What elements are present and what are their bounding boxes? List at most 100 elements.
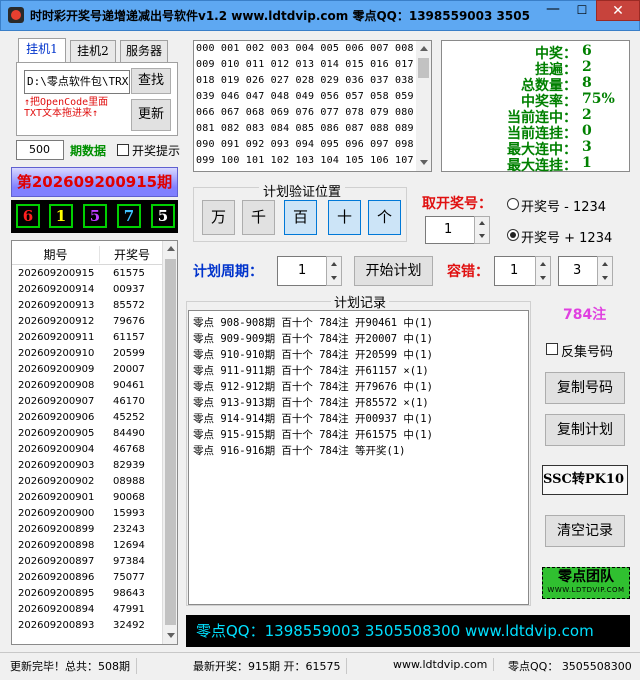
history-row[interactable]: 202609200895 98643 xyxy=(12,586,163,602)
history-row[interactable]: 202609200896 75077 xyxy=(12,570,163,586)
history-list[interactable]: 期号 开奖号 202609200915 61575 202609200914 0093… xyxy=(11,240,178,645)
history-period: 202609200907 xyxy=(18,396,95,407)
history-row[interactable]: 202609200904 46768 xyxy=(12,442,163,458)
plan-cycle-input[interactable]: 1 xyxy=(277,256,327,286)
app-icon xyxy=(8,7,24,23)
stat-value: 75% xyxy=(582,91,615,107)
draw-minus-radio[interactable] xyxy=(507,198,519,210)
history-row[interactable]: 202609200897 97384 xyxy=(12,554,163,570)
draw-number-label: 取开奖号： xyxy=(422,196,492,212)
history-period: 202609200894 xyxy=(18,604,95,615)
opencode-path-input[interactable]: D:\零点软件包\TRX\ xyxy=(24,70,130,94)
history-draw-number: 97384 xyxy=(113,556,145,567)
latest-draw-status: 最新开奖：915期 开：61575 xyxy=(193,658,348,674)
history-period: 202609200914 xyxy=(18,284,95,295)
number-grid[interactable]: 000 001 002 003 004 005 006 007 008 009 0… xyxy=(193,40,432,172)
history-scrollbar[interactable] xyxy=(162,241,177,644)
ssc-to-pk10-button[interactable]: SSC转PK10 xyxy=(542,465,628,495)
history-row[interactable]: 202609200905 84490 xyxy=(12,426,163,442)
contact-banner[interactable]: 零点QQ：1398559003 3505508300 www.ldtdvip.c… xyxy=(186,615,630,647)
history-row[interactable]: 202609200902 08988 xyxy=(12,474,163,490)
draw-offset-spinner[interactable] xyxy=(474,216,490,244)
spin-down-icon[interactable] xyxy=(479,234,485,238)
history-row[interactable]: 202609200900 15993 xyxy=(12,506,163,522)
plan-log-line: 零点 909-909期 百十个 784注 开20007 中(1) xyxy=(193,333,433,345)
history-row[interactable]: 202609200901 90068 xyxy=(12,490,163,506)
tolerance-input[interactable]: 1 xyxy=(494,256,536,286)
scroll-down-icon[interactable] xyxy=(167,633,175,638)
reverse-numbers-label: 反集号码 xyxy=(561,345,614,360)
spin-up-icon[interactable] xyxy=(602,262,608,266)
scroll-down-icon[interactable] xyxy=(420,160,428,165)
start-plan-button[interactable]: 开始计划 xyxy=(354,256,433,286)
reverse-numbers-checkbox[interactable] xyxy=(546,343,558,355)
copy-numbers-button[interactable]: 复制号码 xyxy=(545,372,625,404)
clear-log-button[interactable]: 清空记录 xyxy=(545,515,625,547)
window-title: 时时彩开奖号递增递减出号软件v1.2 www.ldtdvip.com 零点QQ：… xyxy=(30,9,530,23)
draw-prompt-label: 开奖提示 xyxy=(132,144,181,158)
minimize-button[interactable]: — xyxy=(538,0,568,21)
history-row[interactable]: 202609200914 00937 xyxy=(12,282,163,298)
repeat-count-input[interactable]: 3 xyxy=(558,256,598,286)
plan-log[interactable]: 零点 908-908期 百十个 784注 开90461 中(1) 零点 909-9… xyxy=(188,310,529,605)
position-button-shi[interactable]: 十 xyxy=(328,200,361,235)
history-period: 202609200896 xyxy=(18,572,95,583)
history-row[interactable]: 202609200911 61157 xyxy=(12,330,163,346)
history-row[interactable]: 202609200908 90461 xyxy=(12,378,163,394)
history-row[interactable]: 202609200909 20007 xyxy=(12,362,163,378)
position-button-ge[interactable]: 个 xyxy=(368,200,401,235)
column-header-draw[interactable]: 开奖号 xyxy=(102,246,162,263)
history-draw-number: 90068 xyxy=(113,492,145,503)
copy-plan-button[interactable]: 复制计划 xyxy=(545,414,625,446)
scroll-thumb[interactable] xyxy=(418,58,429,78)
history-draw-number: 20599 xyxy=(113,348,145,359)
history-row[interactable]: 202609200906 45252 xyxy=(12,410,163,426)
history-row[interactable]: 202609200893 32492 xyxy=(12,618,163,634)
close-button[interactable]: ✕ xyxy=(596,0,640,21)
spin-up-icon[interactable] xyxy=(540,262,546,266)
stat-value: 2 xyxy=(582,107,592,123)
scroll-up-icon[interactable] xyxy=(420,46,428,51)
repeat-count-spinner[interactable] xyxy=(597,256,613,286)
period-count-input[interactable]: 500 xyxy=(16,140,64,160)
history-row[interactable]: 202609200915 61575 xyxy=(12,266,163,282)
find-button[interactable]: 查找 xyxy=(131,68,171,94)
team-logo[interactable]: 零点团队 WWW.LDTDVIP.COM xyxy=(542,567,630,599)
draw-ball: 5 xyxy=(83,204,107,228)
position-button-bai[interactable]: 百 xyxy=(284,200,317,235)
spin-up-icon[interactable] xyxy=(479,221,485,225)
history-row[interactable]: 202609200910 20599 xyxy=(12,346,163,362)
history-row[interactable]: 202609200898 12694 xyxy=(12,538,163,554)
tab-guaji2[interactable]: 挂机2 xyxy=(70,40,116,62)
tolerance-spinner[interactable] xyxy=(535,256,551,286)
spin-up-icon[interactable] xyxy=(331,262,337,266)
column-header-period[interactable]: 期号 xyxy=(12,246,100,263)
spin-down-icon[interactable] xyxy=(331,276,337,280)
history-row[interactable]: 202609200899 23243 xyxy=(12,522,163,538)
history-row[interactable]: 202609200912 79676 xyxy=(12,314,163,330)
spin-down-icon[interactable] xyxy=(540,276,546,280)
scroll-up-icon[interactable] xyxy=(167,246,175,251)
spin-down-icon[interactable] xyxy=(602,276,608,280)
draw-offset-input[interactable]: 1 xyxy=(425,216,475,244)
plan-log-line: 零点 911-911期 百十个 784注 开61157 ×(1) xyxy=(193,365,429,377)
site-status[interactable]: www.ldtdvip.com xyxy=(393,658,495,671)
history-row[interactable]: 202609200894 47991 xyxy=(12,602,163,618)
history-period: 202609200897 xyxy=(18,556,95,567)
history-row[interactable]: 202609200903 82939 xyxy=(12,458,163,474)
position-button-wan[interactable]: 万 xyxy=(202,200,235,235)
update-button[interactable]: 更新 xyxy=(131,99,171,131)
tab-guaji1[interactable]: 挂机1 xyxy=(18,38,66,62)
history-row[interactable]: 202609200913 85572 xyxy=(12,298,163,314)
history-row[interactable]: 202609200907 46170 xyxy=(12,394,163,410)
draw-plus-radio[interactable] xyxy=(507,229,519,241)
history-draw-number: 20007 xyxy=(113,364,145,375)
scroll-thumb[interactable] xyxy=(165,259,176,625)
position-button-qian[interactable]: 千 xyxy=(242,200,275,235)
draw-prompt-checkbox[interactable] xyxy=(117,144,129,156)
history-draw-number: 12694 xyxy=(113,540,145,551)
number-grid-scrollbar[interactable] xyxy=(416,41,431,171)
tab-server[interactable]: 服务器 xyxy=(120,40,168,62)
maximize-button[interactable]: ☐ xyxy=(568,0,596,21)
plan-cycle-spinner[interactable] xyxy=(326,256,342,286)
